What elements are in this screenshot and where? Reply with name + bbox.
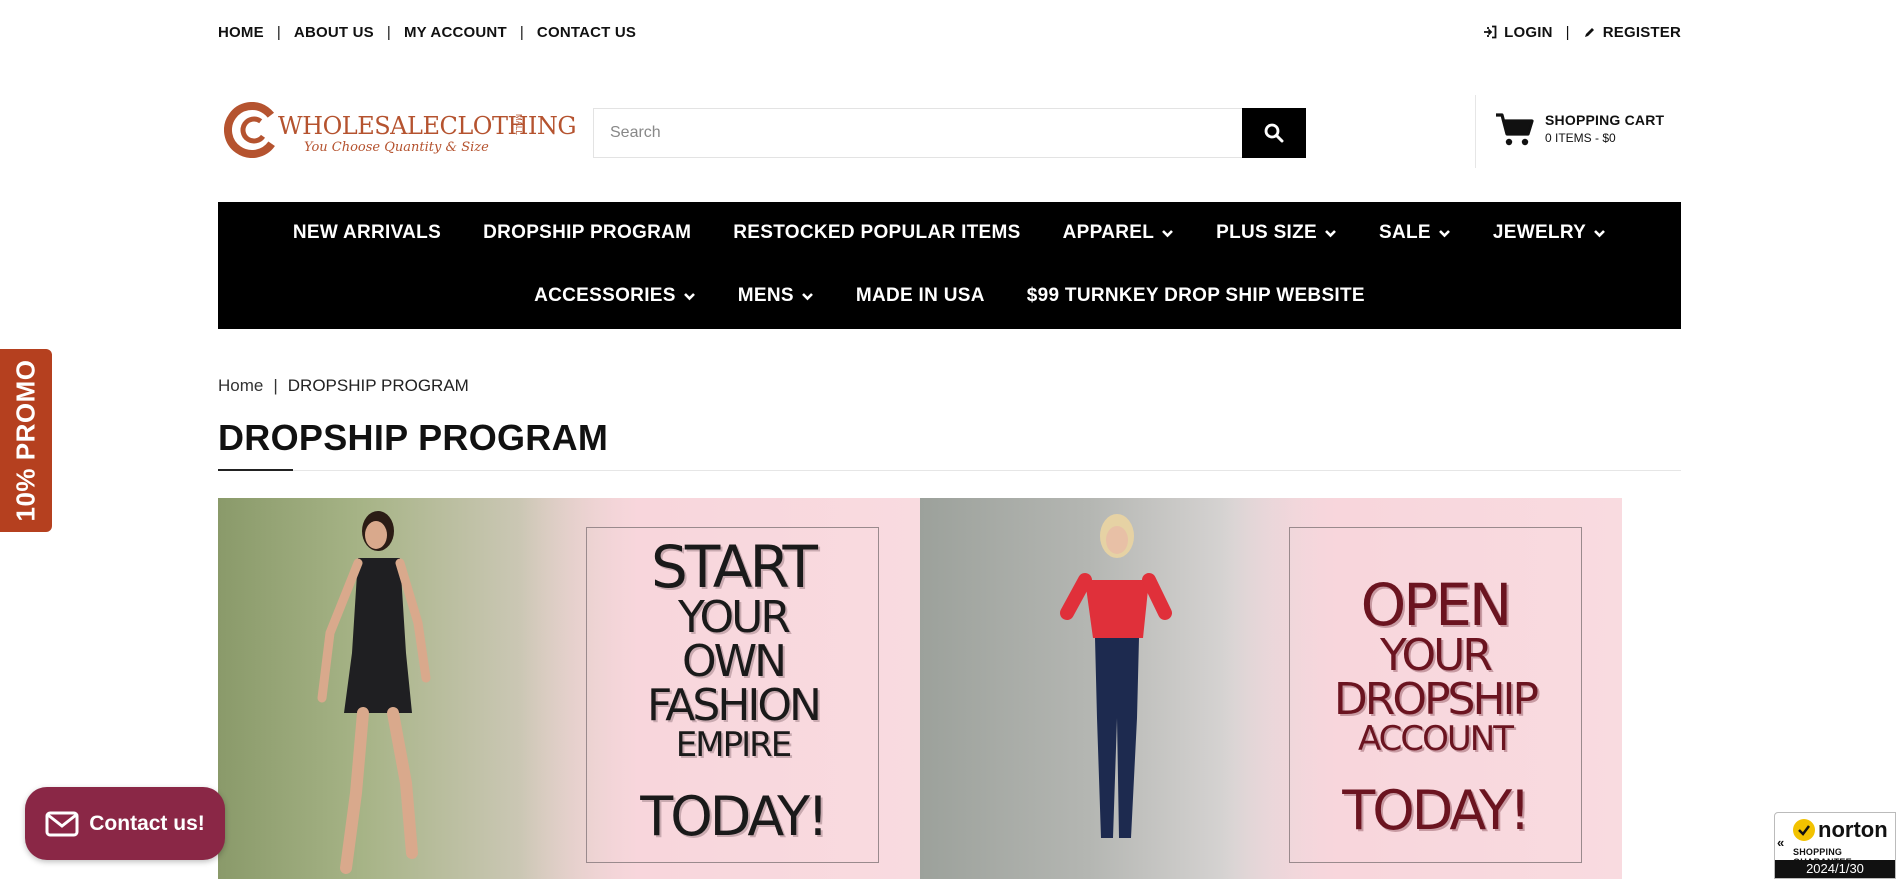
banner-line: YOUR xyxy=(1380,630,1493,681)
nav-label: RESTOCKED POPULAR ITEMS xyxy=(733,222,1021,243)
search-input[interactable] xyxy=(593,108,1242,158)
banner-start-empire[interactable]: START YOUR OWN FASHION EMPIRE TODAY! xyxy=(218,498,920,879)
nav-item-mens[interactable]: MENS xyxy=(738,285,814,307)
norton-date: 2024/1/30 xyxy=(1775,860,1895,878)
pencil-icon xyxy=(1584,27,1594,37)
search-icon xyxy=(1264,123,1284,143)
breadcrumb: Home | DROPSHIP PROGRAM xyxy=(218,376,469,396)
nav-label: MADE IN USA xyxy=(855,285,985,306)
separator: | xyxy=(386,23,391,41)
register-link[interactable]: REGISTER xyxy=(1583,24,1681,41)
nav-label: DROPSHIP PROGRAM xyxy=(483,222,692,243)
top-link-my-account[interactable]: MY ACCOUNT xyxy=(404,24,507,41)
breadcrumb-separator: | xyxy=(273,376,278,395)
chevron-down-icon xyxy=(1162,229,1174,237)
nav-label: MENS xyxy=(737,285,794,306)
logo-suffix: MALL xyxy=(514,114,523,135)
nav-row: NEW ARRIVALS DROPSHIP PROGRAM RESTOCKED … xyxy=(218,222,1681,244)
nav-label: SALE xyxy=(1379,222,1431,243)
shopping-cart[interactable]: SHOPPING CART 0 ITEMS - $0 xyxy=(1495,112,1664,148)
banner-line: FASHION xyxy=(647,680,822,731)
nav-label: NEW ARRIVALS xyxy=(292,222,442,243)
cart-text: SHOPPING CART 0 ITEMS - $0 xyxy=(1545,112,1664,145)
nav-row: ACCESSORIES MENS MADE IN USA $99 TURNKEY… xyxy=(218,285,1681,307)
breadcrumb-home[interactable]: Home xyxy=(218,376,263,396)
title-divider xyxy=(218,470,1681,471)
nav-label: $99 TURNKEY DROP SHIP WEBSITE xyxy=(1026,285,1365,306)
logo-tagline: You Choose Quantity & Size xyxy=(304,140,489,155)
nav-item-dropship-program[interactable]: DROPSHIP PROGRAM xyxy=(483,222,691,244)
banner-line: EMPIRE xyxy=(675,725,792,765)
norton-brand: norton xyxy=(1793,817,1888,843)
contact-us-button[interactable]: Contact us! xyxy=(25,787,225,860)
nav-label: JEWELRY xyxy=(1492,222,1587,243)
title-accent-bar xyxy=(218,469,293,471)
banner-line: OPEN xyxy=(1360,571,1513,639)
nav-item-accessories[interactable]: ACCESSORIES xyxy=(534,285,696,307)
model-figure xyxy=(1060,514,1172,838)
banner-line: OWN xyxy=(681,636,787,687)
checkmark-icon xyxy=(1793,819,1815,841)
top-bar: HOME | ABOUT US | MY ACCOUNT | CONTACT U… xyxy=(218,22,1681,42)
cart-title: SHOPPING CART xyxy=(1545,112,1665,128)
top-link-contact-us[interactable]: CONTACT US xyxy=(537,24,636,41)
breadcrumb-current: DROPSHIP PROGRAM xyxy=(287,376,469,395)
promo-tab[interactable]: 10% PROMO xyxy=(0,349,52,532)
nav-label: PLUS SIZE xyxy=(1216,222,1318,243)
page-title: DROPSHIP PROGRAM xyxy=(218,417,609,458)
model-figure xyxy=(317,511,431,874)
logo-name: WHOLESALECLOTHING xyxy=(278,112,577,140)
nav-item-apparel[interactable]: APPAREL xyxy=(1063,222,1174,244)
cart-summary: 0 ITEMS - $0 xyxy=(1545,131,1616,145)
banner-today: TODAY! xyxy=(1342,779,1531,842)
nav-label: APPAREL xyxy=(1062,222,1155,243)
banner-line: DROPSHIP xyxy=(1333,674,1539,725)
nav-label: ACCESSORIES xyxy=(534,285,676,306)
top-link-home[interactable]: HOME xyxy=(218,24,264,41)
top-links: HOME | ABOUT US | MY ACCOUNT | CONTACT U… xyxy=(218,24,636,41)
banner-headline: START YOUR OWN FASHION EMPIRE TODAY! xyxy=(588,538,878,844)
contact-label: Contact us! xyxy=(89,811,205,835)
chevron-down-icon xyxy=(801,292,813,300)
cart-divider xyxy=(1475,95,1476,168)
site-logo[interactable]: WHOLESALECLOTHING You Choose Quantity & … xyxy=(224,100,577,164)
top-link-about-us[interactable]: ABOUT US xyxy=(294,24,374,41)
search-button[interactable] xyxy=(1242,108,1306,158)
cart-icon xyxy=(1496,113,1534,146)
banner-today: TODAY! xyxy=(640,785,829,848)
separator: | xyxy=(519,23,524,41)
nav-item-plus-size[interactable]: PLUS SIZE xyxy=(1216,222,1337,244)
chevron-down-icon xyxy=(1438,229,1450,237)
banner-line: ACCOUNT xyxy=(1358,719,1514,759)
separator: | xyxy=(276,23,281,41)
login-link[interactable]: LOGIN xyxy=(1483,24,1553,41)
main-navigation: NEW ARRIVALS DROPSHIP PROGRAM RESTOCKED … xyxy=(218,202,1681,329)
banner-open-dropship[interactable]: OPEN YOUR DROPSHIP ACCOUNT TODAY! xyxy=(920,498,1622,879)
search-bar xyxy=(593,108,1306,158)
login-icon xyxy=(1484,25,1497,39)
norton-brand-label: norton xyxy=(1818,817,1888,842)
chevron-down-icon xyxy=(1325,229,1336,237)
register-label: REGISTER xyxy=(1602,23,1681,41)
separator: | xyxy=(1565,23,1570,41)
banner-line: YOUR xyxy=(678,592,791,643)
norton-shopping-guarantee-badge[interactable]: « norton SHOPPING GUARANTEE 2024/1/30 xyxy=(1774,812,1896,879)
collapse-arrows-icon: « xyxy=(1777,835,1785,850)
auth-links: LOGIN | REGISTER xyxy=(1483,24,1681,41)
banner-line: START xyxy=(651,533,818,601)
chevron-down-icon xyxy=(683,292,695,300)
nav-item-turnkey-website[interactable]: $99 TURNKEY DROP SHIP WEBSITE xyxy=(1027,285,1365,307)
nav-item-made-in-usa[interactable]: MADE IN USA xyxy=(856,285,985,307)
banner-headline: OPEN YOUR DROPSHIP ACCOUNT TODAY! xyxy=(1290,576,1580,838)
logo-mark-icon xyxy=(224,102,280,158)
login-label: LOGIN xyxy=(1504,23,1553,41)
nav-item-sale[interactable]: SALE xyxy=(1379,222,1451,244)
nav-item-restocked-popular-items[interactable]: RESTOCKED POPULAR ITEMS xyxy=(733,222,1020,244)
envelope-icon xyxy=(45,811,79,836)
nav-item-jewelry[interactable]: JEWELRY xyxy=(1493,222,1606,244)
promo-label: 10% PROMO xyxy=(10,359,41,522)
nav-item-new-arrivals[interactable]: NEW ARRIVALS xyxy=(293,222,441,244)
chevron-down-icon xyxy=(1594,229,1606,237)
